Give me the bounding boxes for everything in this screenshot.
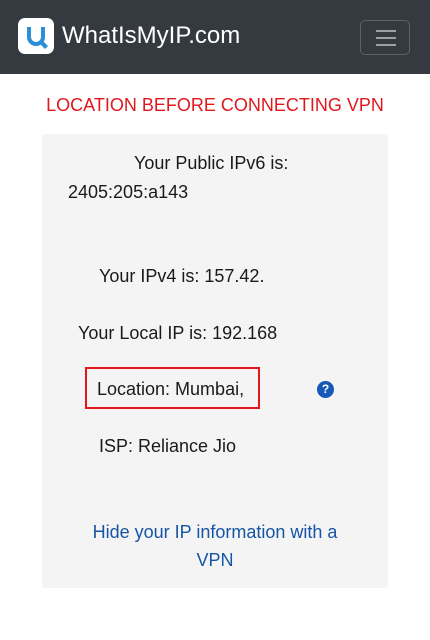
hide-ip-vpn-link[interactable]: Hide your IP information with a VPN (42, 518, 388, 574)
menu-button[interactable] (360, 20, 410, 55)
hamburger-menu-icon (376, 37, 396, 39)
vpn-link-line2: VPN (196, 550, 234, 570)
vpn-link-line1: Hide your IP information with a (92, 522, 338, 542)
q-logo-icon[interactable] (18, 18, 54, 54)
brand-name[interactable]: WhatIsMyIP.com (62, 22, 240, 50)
question-circle-icon[interactable]: ? (317, 381, 334, 398)
isp-text: ISP: Reliance Jio (99, 436, 237, 456)
page-heading: LOCATION BEFORE CONNECTING VPN (46, 95, 384, 115)
q-logo-icon-graphic (27, 27, 48, 49)
navbar: WhatIsMyIP.com (0, 0, 430, 74)
hamburger-menu-icon (376, 30, 396, 32)
ipv6-value: 2405:205:a143 (68, 182, 189, 202)
ipv4-text: Your IPv4 is: 157.42. (99, 266, 265, 286)
local-ip-text: Your Local IP is: 192.168 (78, 323, 278, 343)
location-text: Location: Mumbai, (97, 379, 245, 399)
ipv6-label: Your Public IPv6 is: (134, 153, 289, 173)
hamburger-menu-icon (376, 44, 396, 46)
